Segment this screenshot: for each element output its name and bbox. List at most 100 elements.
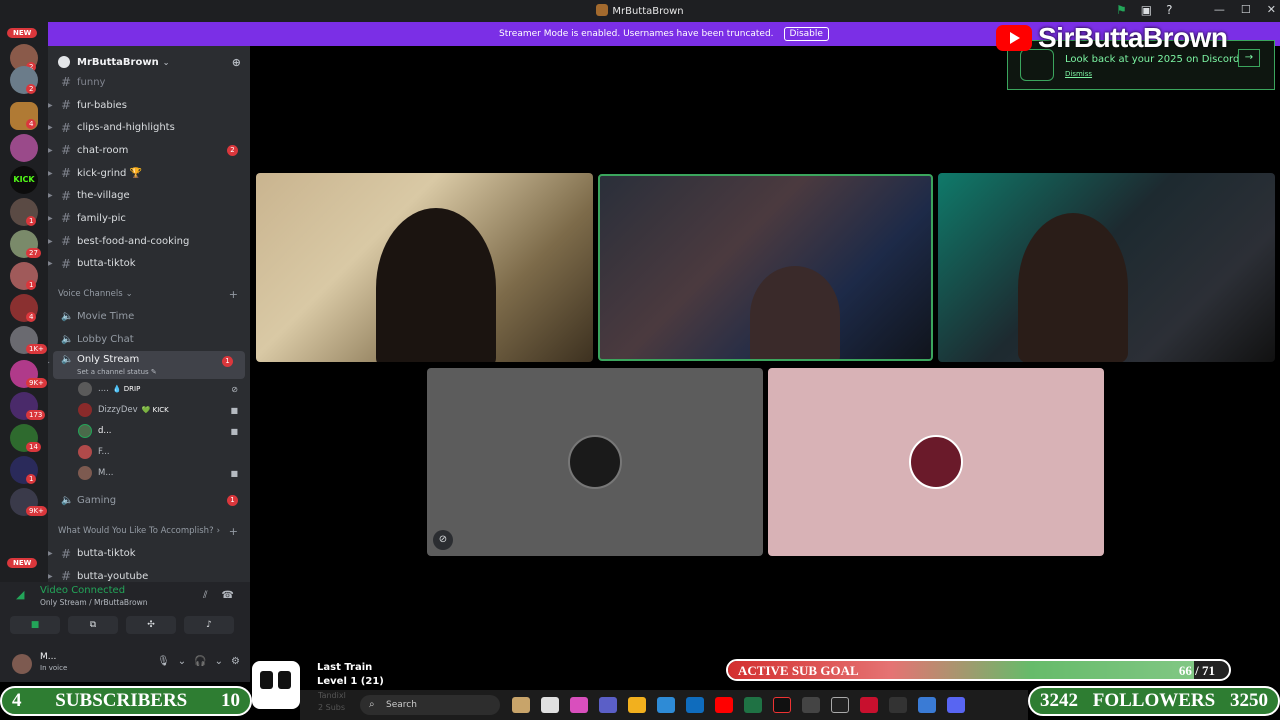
voice-user[interactable]: d... ■ xyxy=(48,421,250,442)
minimize-icon[interactable]: — xyxy=(1214,3,1225,16)
voice-channel-only-stream[interactable]: ▶ 🔈 Only Stream 1 Set a channel status ✎ xyxy=(48,350,245,379)
new-badge-bottom: NEW xyxy=(7,558,38,568)
activities-button[interactable]: ✣ xyxy=(126,616,176,634)
channel-label: clips-and-highlights xyxy=(77,122,175,134)
avatar xyxy=(78,466,92,481)
channel-kick-grind[interactable]: ▶ # kick-grind 🏆 xyxy=(48,162,250,185)
taskbar-search[interactable]: ⌕ Search xyxy=(360,695,500,715)
recap-dismiss-link[interactable]: Dismiss xyxy=(1065,70,1092,78)
avatar xyxy=(909,435,963,489)
kick-server-icon[interactable]: KICK xyxy=(10,166,38,194)
user-row[interactable]: M... In voice 🎙 ⌄ 🎧 ⌄ ⚙ xyxy=(12,652,240,676)
caret-icon: ▶ xyxy=(48,260,53,268)
user-controls: 🎙 ⌄ 🎧 ⌄ ⚙ xyxy=(157,656,240,667)
video-tile-3[interactable] xyxy=(938,173,1275,362)
voice-user[interactable]: F... xyxy=(48,442,250,463)
file-explorer-icon[interactable] xyxy=(628,697,646,713)
copilot-icon[interactable] xyxy=(570,697,588,713)
voice-user[interactable]: DizzyDev 💚 KICK ■ xyxy=(48,400,250,421)
app-icon[interactable] xyxy=(918,697,936,713)
channel-butta-tiktok[interactable]: ▶ # butta-tiktok xyxy=(48,253,250,276)
tiktok-icon[interactable] xyxy=(773,697,791,713)
channel-label: best-food-and-cooking xyxy=(77,235,190,247)
red-app-icon[interactable] xyxy=(860,697,878,713)
channel-chat-room[interactable]: ▶ # chat-room 2 xyxy=(48,139,250,162)
add-channel-icon[interactable]: + xyxy=(229,525,238,538)
disable-button[interactable]: Disable xyxy=(783,27,829,41)
avatar xyxy=(78,445,92,460)
microphone-icon[interactable]: 🎙 xyxy=(157,656,170,667)
youtube-app-icon[interactable] xyxy=(715,697,733,713)
voice-channel-movie-time[interactable]: 🔈 Movie Time xyxy=(48,305,250,328)
accomplish-category[interactable]: What Would You Like To Accomplish? › + xyxy=(48,520,250,542)
channel-butta-youtube[interactable]: ▶ # butta-youtube xyxy=(48,565,250,582)
capcut-icon[interactable] xyxy=(889,697,907,713)
call-of-duty-icon[interactable] xyxy=(831,697,849,713)
chevron-down-icon[interactable]: ⌄ xyxy=(215,656,223,667)
followers-count: 3242 xyxy=(1040,690,1078,711)
teams-icon[interactable] xyxy=(599,697,617,713)
channel-clips-and-highlights[interactable]: ▶ # clips-and-highlights xyxy=(48,116,250,139)
video-tile-1[interactable] xyxy=(256,173,593,362)
voice-connected-subtitle[interactable]: Only Stream / MrButtaBrown xyxy=(40,598,147,607)
chevron-right-icon: › xyxy=(216,526,220,537)
camera-icon: ■ xyxy=(230,405,238,415)
muted-icon: ⊘ xyxy=(433,530,453,550)
close-icon[interactable]: ✕ xyxy=(1267,3,1276,16)
channel-fur-babies[interactable]: ▶ # fur-babies xyxy=(48,94,250,117)
arrow-right-icon[interactable]: → xyxy=(1238,49,1260,67)
caret-icon: ▶ xyxy=(48,550,53,558)
server-icon-4[interactable] xyxy=(10,134,38,162)
chevron-down-icon[interactable]: ⌄ xyxy=(178,656,186,667)
noise-suppression-icon[interactable]: ⫽ xyxy=(203,590,207,601)
title-bar: MrButtaBrown ⚑ ▣ ? — ☐ ✕ xyxy=(0,0,1280,22)
voice-user[interactable]: M... ■ xyxy=(48,463,250,484)
channel-the-village[interactable]: ▶ # the-village xyxy=(48,184,250,207)
subscribers-count: 4 xyxy=(12,690,22,711)
discord-icon[interactable] xyxy=(947,697,965,713)
voice-channel-lobby-chat[interactable]: 🔈 Lobby Chat xyxy=(48,328,250,351)
camera-button[interactable]: ■ xyxy=(10,616,60,634)
pencil-icon: ✎ xyxy=(150,367,157,376)
participant-video xyxy=(750,266,840,359)
flag-icon[interactable]: ⚑ xyxy=(1116,3,1127,17)
task-view-icon[interactable] xyxy=(541,697,559,713)
video-tile-4[interactable]: ⊘ xyxy=(427,368,763,556)
voice-channel-gaming[interactable]: 🔈 Gaming 1 xyxy=(48,490,250,513)
hash-icon: # xyxy=(61,120,72,135)
user-tag: 💚 KICK xyxy=(141,406,169,415)
channel-status[interactable]: Set a channel status ✎ xyxy=(77,368,157,376)
gear-icon[interactable]: ⚙ xyxy=(231,656,240,667)
voice-connected-title[interactable]: Video Connected xyxy=(40,585,125,596)
store-icon[interactable] xyxy=(686,697,704,713)
disconnect-icon[interactable]: ☎ xyxy=(222,590,234,601)
headphones-icon[interactable]: 🎧 xyxy=(194,656,206,667)
soundboard-button[interactable]: ♪ xyxy=(184,616,234,634)
obs-icon[interactable] xyxy=(802,697,820,713)
speaker-icon: 🔈 xyxy=(61,333,74,345)
maximize-icon[interactable]: ☐ xyxy=(1241,3,1251,16)
video-tile-5[interactable] xyxy=(768,368,1104,556)
avatar xyxy=(78,382,92,397)
taskbar: Tandixl 2 Subs ⌕ Search xyxy=(300,690,1028,720)
screen-share-button[interactable]: ⧉ xyxy=(68,616,118,634)
channel-funny[interactable]: # funny xyxy=(48,71,250,94)
channel-butta-tiktok-2[interactable]: ▶ # butta-tiktok xyxy=(48,542,250,565)
voice-channels-category[interactable]: Voice Channels ⌄ + xyxy=(48,283,250,305)
avatar xyxy=(78,403,92,418)
add-channel-icon[interactable]: + xyxy=(229,288,238,301)
voice-user[interactable]: .... 💧 DRIP ⊘ xyxy=(48,379,250,400)
titlebar-tools: ⚑ ▣ ? xyxy=(1116,3,1172,17)
inbox-icon[interactable]: ▣ xyxy=(1141,3,1152,17)
help-icon[interactable]: ? xyxy=(1166,3,1172,17)
edge-icon[interactable] xyxy=(657,697,675,713)
add-member-icon[interactable]: ⊕ xyxy=(232,56,241,69)
video-tile-2[interactable] xyxy=(598,174,933,361)
channel-family-pic[interactable]: ▶ # family-pic xyxy=(48,207,250,230)
mention-badge: 1 xyxy=(222,355,233,367)
channel-best-food-and-cooking[interactable]: ▶ # best-food-and-cooking xyxy=(48,230,250,253)
caret-icon: ▶ xyxy=(48,124,53,132)
excel-icon[interactable] xyxy=(744,697,762,713)
weather-icon[interactable] xyxy=(512,697,530,713)
mention-badge: 1 xyxy=(227,495,238,507)
